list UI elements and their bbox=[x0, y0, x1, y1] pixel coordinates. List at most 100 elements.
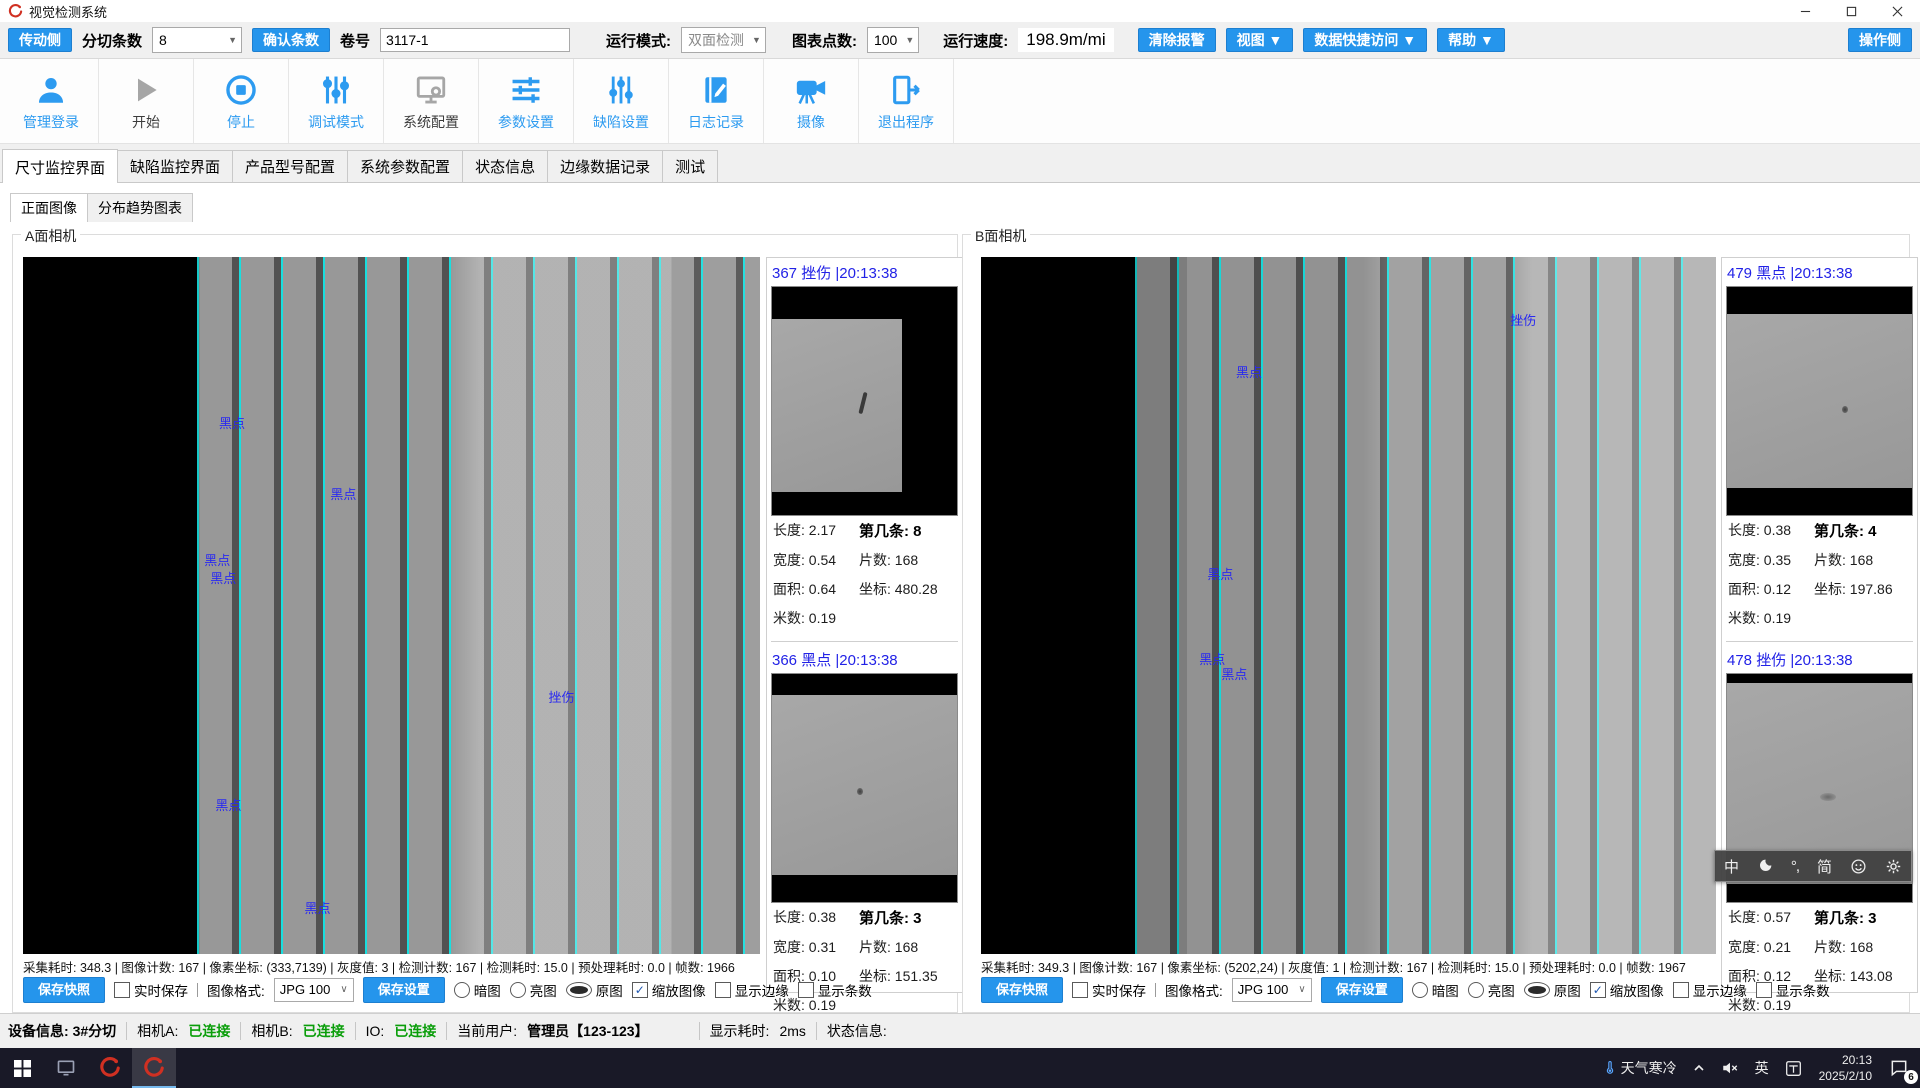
tab-edge-data-record[interactable]: 边缘数据记录 bbox=[547, 150, 663, 182]
show-count-checkbox[interactable]: 显示条数 bbox=[798, 980, 872, 1000]
defect-card[interactable]: 367 挫伤 |20:13:38 长度: 2.17第几条: 8 宽度: 0.54… bbox=[771, 260, 958, 632]
debug-mode-button[interactable]: 调试模式 bbox=[289, 59, 384, 143]
run-mode-label: 运行模式: bbox=[606, 30, 671, 51]
camera-a-controls: 保存快照 实时保存 图像格式: JPG 100∨ 保存设置 暗图 亮图 原图 ✓… bbox=[23, 977, 872, 1003]
start-button[interactable]: 开始 bbox=[99, 59, 194, 143]
vertical-sliders-icon bbox=[602, 71, 640, 109]
user-icon bbox=[32, 71, 70, 109]
minimize-button[interactable] bbox=[1782, 0, 1828, 22]
tab-trend-chart[interactable]: 分布趋势图表 bbox=[87, 193, 193, 222]
realtime-save-checkbox[interactable]: 实时保存 bbox=[114, 980, 188, 1000]
system-config-button[interactable]: 系统配置 bbox=[384, 59, 479, 143]
emoji-icon[interactable] bbox=[1850, 858, 1867, 875]
tab-product-model-config[interactable]: 产品型号配置 bbox=[232, 150, 348, 182]
tab-test[interactable]: 测试 bbox=[662, 150, 718, 182]
image-format-select[interactable]: JPG 100∨ bbox=[1232, 978, 1312, 1002]
defect-header: 366 黑点 |20:13:38 bbox=[771, 647, 958, 673]
defect-header: 479 黑点 |20:13:38 bbox=[1726, 260, 1913, 286]
punctuation-mode-icon[interactable]: °, bbox=[1791, 858, 1799, 875]
operator-side-button[interactable]: 操作侧 bbox=[1848, 28, 1912, 53]
stop-button[interactable]: 停止 bbox=[194, 59, 289, 143]
parameter-settings-button[interactable]: 参数设置 bbox=[479, 59, 574, 143]
help-menu-button[interactable]: 帮助 ▼ bbox=[1437, 28, 1505, 53]
tab-front-image[interactable]: 正面图像 bbox=[10, 193, 88, 222]
tab-system-param-config[interactable]: 系统参数配置 bbox=[347, 150, 463, 182]
save-settings-button[interactable]: 保存设置 bbox=[1321, 977, 1403, 1003]
record-video-button[interactable]: 摄像 bbox=[764, 59, 859, 143]
settings-gear-icon[interactable] bbox=[1885, 858, 1902, 875]
io-conn-label: IO: bbox=[366, 1023, 385, 1039]
dark-image-radio[interactable]: 暗图 bbox=[454, 980, 501, 1000]
camera-a-image[interactable]: 黑点黑点黑点黑点挫伤黑点黑点 bbox=[23, 257, 760, 954]
roll-number-input[interactable] bbox=[380, 28, 570, 52]
run-mode-select[interactable]: 双面检测▼ bbox=[681, 27, 766, 53]
defect-overlay-label: 黑点 bbox=[330, 484, 356, 503]
start-button[interactable] bbox=[0, 1048, 44, 1088]
tab-status-info[interactable]: 状态信息 bbox=[462, 150, 548, 182]
clear-alarm-button[interactable]: 清除报警 bbox=[1138, 28, 1216, 53]
fullwidth-moon-icon[interactable] bbox=[1757, 858, 1773, 874]
original-image-radio[interactable]: 原图 bbox=[566, 980, 623, 1000]
data-quick-access-button[interactable]: 数据快捷访问 ▼ bbox=[1303, 28, 1427, 53]
window-title: 视觉检测系统 bbox=[29, 2, 107, 21]
zoom-image-checkbox[interactable]: ✓缩放图像 bbox=[1590, 980, 1664, 1000]
confirm-count-button[interactable]: 确认条数 bbox=[252, 28, 330, 53]
ime-mode-chinese[interactable]: 中 bbox=[1724, 856, 1739, 877]
taskbar-clock[interactable]: 20:13 2025/2/10 bbox=[1811, 1052, 1880, 1084]
tray-expand-chevron[interactable] bbox=[1686, 1048, 1712, 1088]
slit-count-select[interactable]: 8▼ bbox=[152, 27, 242, 53]
defect-thumbnail bbox=[771, 673, 958, 903]
defect-overlay-label: 黑点 bbox=[1207, 564, 1233, 583]
show-edge-checkbox[interactable]: 显示边缘 bbox=[715, 980, 789, 1000]
bright-image-radio[interactable]: 亮图 bbox=[510, 980, 557, 1000]
divider bbox=[355, 1022, 356, 1040]
show-edge-checkbox[interactable]: 显示边缘 bbox=[1673, 980, 1747, 1000]
taskbar-app-icon-active[interactable] bbox=[132, 1048, 176, 1088]
bright-image-radio[interactable]: 亮图 bbox=[1468, 980, 1515, 1000]
input-language-indicator[interactable]: 英 bbox=[1748, 1048, 1776, 1088]
defect-mark bbox=[1842, 406, 1848, 413]
defect-header: 367 挫伤 |20:13:38 bbox=[771, 260, 958, 286]
defect-overlay-label: 黑点 bbox=[215, 795, 241, 814]
close-button[interactable] bbox=[1874, 0, 1920, 22]
taskbar-app-icon[interactable] bbox=[88, 1048, 132, 1088]
maximize-button[interactable] bbox=[1828, 0, 1874, 22]
weather-widget[interactable]: 天气寒冷 bbox=[1596, 1048, 1684, 1088]
defect-settings-button[interactable]: 缺陷设置 bbox=[574, 59, 669, 143]
divider bbox=[240, 1022, 241, 1040]
save-snapshot-button[interactable]: 保存快照 bbox=[23, 977, 105, 1003]
zoom-image-checkbox[interactable]: ✓缩放图像 bbox=[632, 980, 706, 1000]
dark-image-radio[interactable]: 暗图 bbox=[1412, 980, 1459, 1000]
save-settings-button[interactable]: 保存设置 bbox=[363, 977, 445, 1003]
exit-program-button[interactable]: 退出程序 bbox=[859, 59, 954, 143]
camera-b-image[interactable]: 挫伤黑点黑点黑点黑点 bbox=[981, 257, 1716, 954]
chevron-down-icon: ▼ bbox=[905, 35, 914, 45]
defect-card[interactable]: 478 挫伤 |20:13:38 长度: 0.57第几条: 3 宽度: 0.21… bbox=[1726, 641, 1913, 1019]
tab-size-monitor[interactable]: 尺寸监控界面 bbox=[2, 149, 118, 183]
chart-points-select[interactable]: 100▼ bbox=[867, 27, 919, 53]
chevron-down-icon: ∨ bbox=[1298, 984, 1305, 995]
log-book-icon bbox=[697, 71, 735, 109]
defect-overlay-label: 黑点 bbox=[1236, 362, 1262, 381]
defect-card[interactable]: 366 黑点 |20:13:38 长度: 0.38第几条: 3 宽度: 0.31… bbox=[771, 641, 958, 1019]
ime-tray-icon[interactable] bbox=[1778, 1048, 1809, 1088]
ime-simplified[interactable]: 简 bbox=[1817, 856, 1832, 877]
log-record-button[interactable]: 日志记录 bbox=[669, 59, 764, 143]
original-image-radio[interactable]: 原图 bbox=[1524, 980, 1581, 1000]
divider bbox=[699, 1022, 700, 1040]
divider bbox=[126, 1022, 127, 1040]
admin-login-button[interactable]: 管理登录 bbox=[4, 59, 99, 143]
defect-card[interactable]: 479 黑点 |20:13:38 长度: 0.38第几条: 4 宽度: 0.35… bbox=[1726, 260, 1913, 632]
title-bar: 视觉检测系统 bbox=[0, 0, 1920, 22]
realtime-save-checkbox[interactable]: 实时保存 bbox=[1072, 980, 1146, 1000]
io-conn-status: 已连接 bbox=[394, 1021, 436, 1041]
show-count-checkbox[interactable]: 显示条数 bbox=[1756, 980, 1830, 1000]
drive-side-button[interactable]: 传动侧 bbox=[8, 28, 72, 53]
taskbar-pinned-icon[interactable] bbox=[44, 1048, 88, 1088]
volume-muted-icon[interactable] bbox=[1714, 1048, 1746, 1088]
tab-defect-monitor[interactable]: 缺陷监控界面 bbox=[117, 150, 233, 182]
save-snapshot-button[interactable]: 保存快照 bbox=[981, 977, 1063, 1003]
action-center-button[interactable]: 6 bbox=[1882, 1048, 1916, 1088]
image-format-select[interactable]: JPG 100∨ bbox=[274, 978, 354, 1002]
view-menu-button[interactable]: 视图 ▼ bbox=[1226, 28, 1294, 53]
